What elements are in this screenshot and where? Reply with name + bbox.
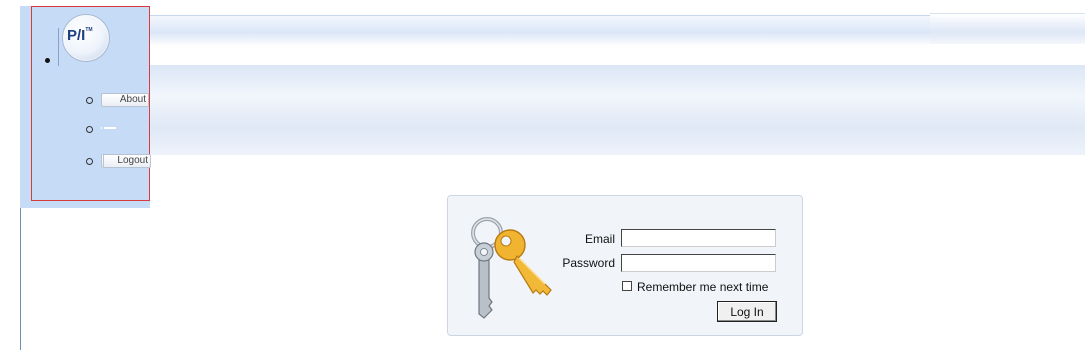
header-band-top-right (930, 13, 1085, 44)
nav-bullet-empty (86, 126, 93, 133)
password-field[interactable] (621, 254, 776, 272)
email-label: Email (584, 232, 615, 246)
login-button[interactable]: Log In (717, 301, 777, 322)
nav-logout-button[interactable]: Logout (101, 154, 151, 168)
nav-bullet-about (86, 97, 93, 104)
password-label: Password (562, 256, 615, 270)
logo-trademark: TM (85, 27, 93, 33)
brand-logo[interactable]: P/ITM (58, 12, 114, 68)
logo-text: P/ITM (67, 27, 93, 44)
nav-empty-item[interactable] (104, 127, 116, 129)
keys-icon (471, 217, 552, 319)
nav-bullet-logout (86, 158, 93, 165)
nav-empty-tick (101, 127, 102, 129)
remember-label[interactable]: Remember me next time (637, 280, 768, 294)
remember-checkbox[interactable] (622, 281, 632, 291)
email-field[interactable] (621, 229, 776, 247)
header-band-main (150, 65, 1085, 155)
header-band-top (150, 15, 930, 46)
nav-bullet-main (45, 58, 50, 63)
left-border-line (20, 205, 21, 350)
nav-about-button[interactable]: About (101, 93, 149, 107)
